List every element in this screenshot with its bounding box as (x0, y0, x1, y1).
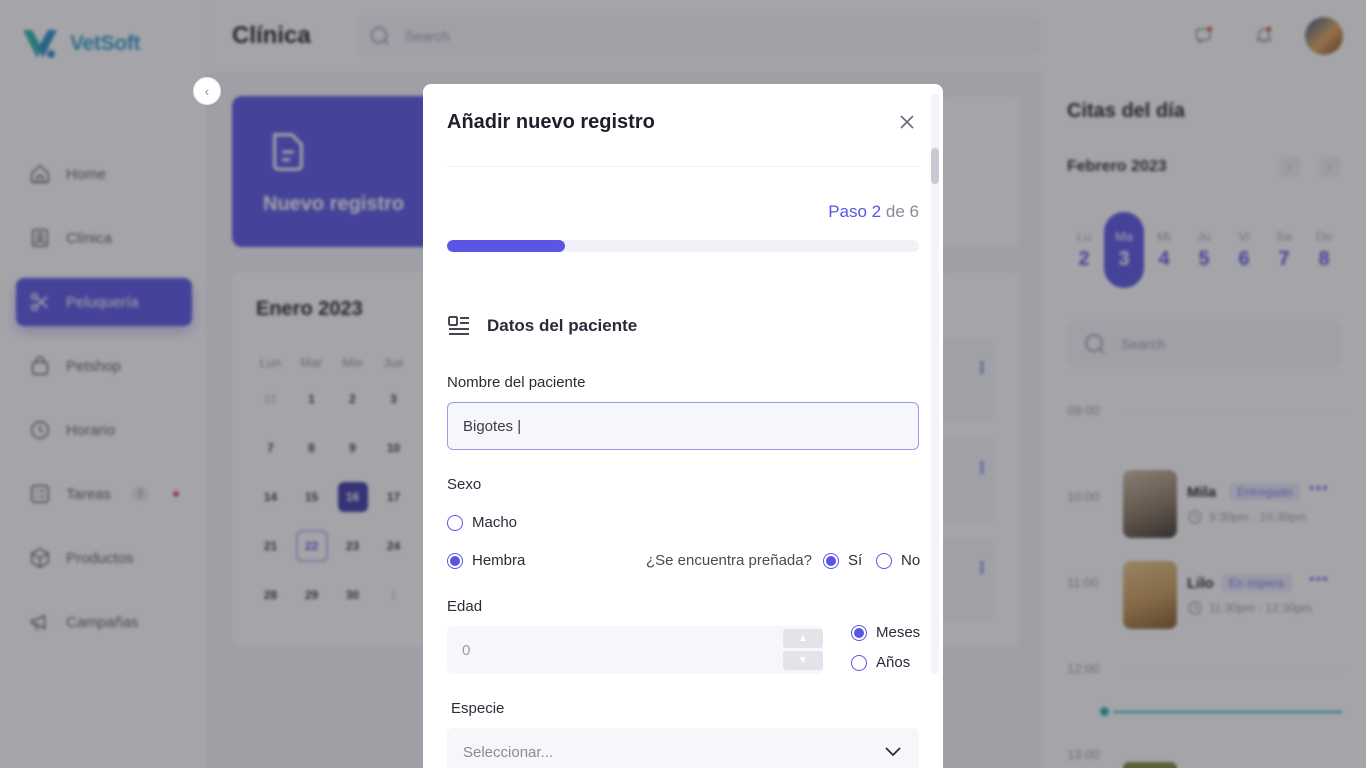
progress-fill (447, 240, 565, 252)
species-label: Especie (451, 700, 505, 717)
pregnant-question: ¿Se encuentra preñada? (646, 552, 812, 569)
sex-radio-hembra[interactable]: Hembra (447, 552, 525, 569)
radio-label: Meses (876, 624, 921, 641)
species-placeholder: Seleccionar... (463, 743, 554, 761)
age-decrement-button[interactable]: ▼ (783, 651, 823, 670)
age-unit-radio-meses[interactable]: Meses (851, 624, 920, 641)
pregnant-radio-si[interactable]: Sí (823, 552, 862, 569)
sex-radio-macho[interactable]: Macho (447, 514, 517, 531)
close-button[interactable] (897, 112, 917, 132)
radio-label: Macho (472, 514, 518, 531)
step-current: 2 (871, 202, 882, 221)
age-input[interactable] (447, 626, 823, 674)
collapse-sidebar-button[interactable]: ‹ (193, 77, 221, 105)
step-total: 6 (909, 202, 919, 221)
step-label: Paso (828, 202, 867, 221)
radio-circle (876, 552, 892, 569)
close-icon (900, 115, 914, 129)
radio-circle (823, 552, 839, 569)
radio-label: Sí (848, 552, 863, 569)
scrollbar-thumb[interactable] (931, 148, 939, 184)
radio-circle (447, 514, 463, 531)
modal-title: Añadir nuevo registro (447, 111, 655, 133)
radio-circle (447, 552, 463, 569)
step-of: de (885, 202, 905, 221)
modal-divider (447, 166, 919, 167)
id-card-icon (448, 316, 469, 335)
section-header: Datos del paciente (447, 315, 637, 337)
step-indicator: Paso 2 de 6 (828, 202, 919, 222)
age-unit-radio-anos[interactable]: Años (851, 654, 910, 671)
pregnant-radio-no[interactable]: No (876, 552, 920, 569)
radio-label: Hembra (472, 552, 526, 569)
age-increment-button[interactable]: ▲ (783, 629, 823, 648)
patient-name-label: Nombre del paciente (447, 374, 586, 391)
progress-bar (447, 240, 919, 252)
age-label: Edad (447, 598, 483, 615)
radio-circle (851, 624, 867, 641)
species-select[interactable]: Seleccionar... (447, 728, 919, 768)
radio-label: Años (876, 654, 911, 671)
patient-name-input[interactable] (447, 402, 919, 450)
section-title: Datos del paciente (487, 316, 638, 335)
sex-label: Sexo (447, 476, 482, 493)
chevron-down-icon (885, 747, 901, 757)
radio-circle (851, 654, 867, 671)
add-record-modal: Añadir nuevo registro Paso 2 de 6 Datos … (423, 84, 943, 768)
radio-label: No (901, 552, 921, 569)
